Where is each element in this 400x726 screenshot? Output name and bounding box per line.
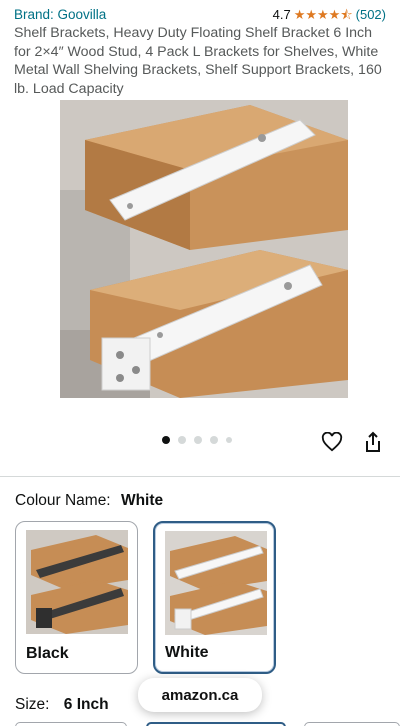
domain-pill[interactable]: amazon.ca bbox=[138, 678, 262, 712]
star-half-icon: ⯪ bbox=[340, 6, 353, 22]
share-button[interactable] bbox=[361, 430, 385, 454]
colour-label: Colour Name: bbox=[15, 492, 111, 509]
colour-name-row: Colour Name: White bbox=[15, 492, 163, 510]
colour-option-black[interactable]: Black bbox=[15, 521, 138, 674]
review-count-link[interactable]: (502) bbox=[356, 7, 386, 22]
product-image[interactable] bbox=[60, 100, 348, 398]
rating-value: 4.7 bbox=[272, 6, 291, 22]
size-row: Size: 6 Inch bbox=[15, 696, 109, 714]
colour-option-white[interactable]: White bbox=[153, 521, 276, 674]
section-divider bbox=[0, 476, 400, 477]
size-option-card-selected[interactable] bbox=[146, 722, 286, 726]
image-carousel-dots[interactable] bbox=[162, 436, 232, 444]
carousel-dot[interactable] bbox=[210, 436, 218, 444]
brand-link[interactable]: Brand: Goovilla bbox=[14, 7, 106, 22]
share-icon bbox=[366, 431, 380, 452]
size-option-card[interactable] bbox=[304, 722, 400, 726]
size-label: Size: bbox=[15, 696, 50, 713]
star-icon: ★ bbox=[328, 6, 341, 22]
star-icon: ★ bbox=[293, 6, 306, 22]
carousel-dot[interactable] bbox=[226, 437, 232, 443]
size-option-card[interactable] bbox=[15, 722, 127, 726]
wishlist-button[interactable] bbox=[320, 430, 344, 454]
heart-outline-icon bbox=[321, 432, 343, 452]
rating-summary[interactable]: 4.7 ★ ★ ★ ★ ⯪ (502) bbox=[273, 7, 386, 22]
colour-selected-value: White bbox=[120, 492, 164, 509]
colour-option-label: White bbox=[165, 644, 209, 661]
carousel-dot[interactable] bbox=[178, 436, 186, 444]
swatch-image-black bbox=[26, 530, 128, 634]
product-title: Shelf Brackets, Heavy Duty Floating Shel… bbox=[14, 25, 382, 97]
carousel-dot[interactable] bbox=[194, 436, 202, 444]
star-rating: ★ ★ ★ ★ ⯪ bbox=[294, 8, 353, 21]
product-photo bbox=[60, 100, 348, 398]
header-row: Brand: Goovilla 4.7 ★ ★ ★ ★ ⯪ (502) bbox=[14, 5, 386, 23]
carousel-dot[interactable] bbox=[162, 436, 170, 444]
star-icon: ★ bbox=[305, 6, 318, 22]
star-icon: ★ bbox=[317, 6, 329, 22]
colour-option-label: Black bbox=[26, 645, 69, 662]
size-selected-value: 6 Inch bbox=[63, 696, 109, 713]
swatch-image-white bbox=[165, 531, 267, 635]
